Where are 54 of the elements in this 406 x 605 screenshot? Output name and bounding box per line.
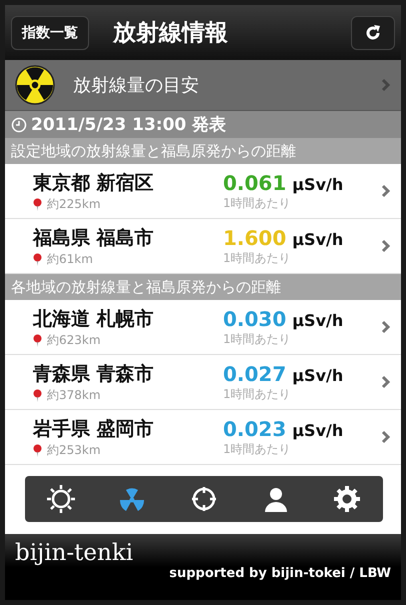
section-header: 設定地域の放射線量と福島原発からの距離 <box>5 138 401 164</box>
chevron-icon <box>381 78 391 92</box>
credit-text: supported by bijin-tokei / LBW <box>169 566 391 581</box>
city-name: 東京都 新宿区 <box>33 170 155 196</box>
per-hour-text: 1時間あたり <box>223 194 292 212</box>
per-hour-text: 1時間あたり <box>223 330 292 348</box>
chevron-icon <box>381 184 391 198</box>
city-row[interactable]: 青森県 青森市 約378km 0.027 µSv/h 1時間あたり <box>5 355 401 410</box>
section-header: 各地域の放射線量と福島原発からの距離 <box>5 274 401 300</box>
guide-label: 放射線量の目安 <box>73 74 200 97</box>
dose-value: 0.023 <box>223 416 286 440</box>
settings-icon <box>332 484 362 514</box>
dose-unit: µSv/h <box>292 174 344 194</box>
city-name: 青森県 青森市 <box>33 362 155 386</box>
dose-value: 1.600 <box>223 226 286 250</box>
dose-unit: µSv/h <box>292 310 344 330</box>
dose-value: 0.027 <box>223 362 286 386</box>
chevron-icon <box>381 430 391 444</box>
distance-text: 約623km <box>47 332 101 348</box>
sun-icon <box>46 484 76 514</box>
pin-icon <box>33 252 42 266</box>
distance-text: 約378km <box>47 386 101 404</box>
dose-value: 0.061 <box>223 170 286 194</box>
chevron-icon <box>381 239 391 253</box>
radiation-icon <box>15 65 55 105</box>
pin-icon <box>33 388 42 402</box>
dose-unit: µSv/h <box>292 420 344 440</box>
pin-icon <box>33 198 42 210</box>
clock-icon <box>11 116 27 132</box>
per-hour-text: 1時間あたり <box>223 250 292 266</box>
distance-text: 約225km <box>47 196 101 212</box>
per-hour-text: 1時間あたり <box>223 386 292 402</box>
per-hour-text: 1時間あたり <box>223 440 292 458</box>
distance-text: 約61km <box>47 250 93 268</box>
city-name: 岩手県 盛岡市 <box>33 416 155 442</box>
pin-icon <box>33 334 42 346</box>
brand-logo: bijin-tenki <box>15 540 134 566</box>
dose-value: 0.030 <box>223 306 286 330</box>
city-row[interactable]: 岩手県 盛岡市 約253km 0.023 µSv/h 1時間あたり <box>5 410 401 465</box>
city-name: 北海道 札幌市 <box>33 306 155 332</box>
published-time: 2011/5/23 13:00 発表 <box>31 114 226 136</box>
dose-unit: µSv/h <box>292 366 344 384</box>
pin-icon <box>33 444 42 456</box>
back-button[interactable]: 指数一覧 <box>11 16 89 50</box>
distance-text: 約253km <box>47 442 101 458</box>
dose-unit: µSv/h <box>292 230 344 248</box>
chevron-icon <box>381 375 391 389</box>
guide-row[interactable]: 放射線量の目安 <box>5 60 401 110</box>
city-row[interactable]: 北海道 札幌市 約623km 0.030 µSv/h 1時間あたり <box>5 300 401 355</box>
screen-title: 放射線情報 <box>112 19 229 48</box>
refresh-button[interactable] <box>351 16 395 50</box>
chevron-icon <box>381 320 391 334</box>
city-row[interactable]: 東京都 新宿区 約225km 0.061 µSv/h 1時間あたり <box>5 164 401 219</box>
city-name: 福島県 福島市 <box>33 226 155 250</box>
